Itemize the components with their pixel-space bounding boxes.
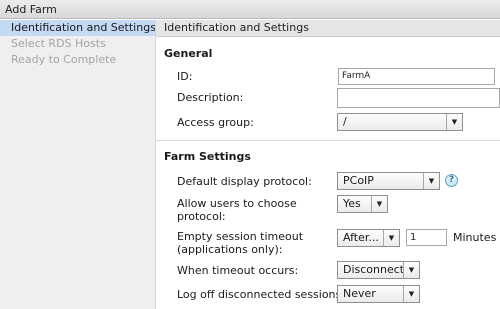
- access-group-select[interactable]: / ▼: [337, 113, 463, 131]
- empty-timeout-label-line2: (applications only):: [177, 243, 283, 256]
- empty-timeout-label-line1: Empty session timeout: [177, 230, 304, 243]
- step-ready-to-complete: Ready to Complete: [11, 53, 117, 66]
- window-title: Add Farm: [0, 0, 500, 19]
- allow-choose-value: Yes: [343, 197, 361, 210]
- logoff-select[interactable]: Never ▼: [337, 285, 420, 303]
- chevron-down-icon: ▼: [371, 196, 387, 212]
- chevron-down-icon: ▼: [403, 262, 419, 278]
- id-label: ID:: [177, 70, 193, 83]
- when-timeout-label: When timeout occurs:: [177, 264, 299, 277]
- logoff-value: Never: [343, 287, 376, 300]
- section-farm-settings-title: Farm Settings: [164, 150, 251, 163]
- step-select-rds-hosts: Select RDS Hosts: [11, 37, 106, 50]
- empty-timeout-label: Empty session timeout (applications only…: [177, 230, 303, 256]
- panel-header: Identification and Settings: [156, 20, 500, 37]
- chevron-down-icon: ▼: [403, 286, 419, 302]
- when-timeout-select[interactable]: Disconnect ▼: [337, 261, 420, 279]
- protocol-select[interactable]: PCoIP ▼: [337, 172, 440, 190]
- id-field[interactable]: FarmA: [338, 68, 495, 85]
- chevron-down-icon: ▼: [423, 173, 439, 189]
- allow-choose-select[interactable]: Yes ▼: [337, 195, 388, 213]
- wizard-sidebar: Identification and Settings Select RDS H…: [0, 20, 156, 309]
- section-general-title: General: [164, 47, 213, 60]
- protocol-label: Default display protocol:: [177, 175, 312, 188]
- chevron-down-icon: ▼: [383, 230, 399, 246]
- step-identification-settings[interactable]: Identification and Settings: [0, 20, 156, 36]
- protocol-value: PCoIP: [343, 174, 374, 187]
- allow-choose-label-line2: protocol:: [177, 210, 226, 223]
- description-label: Description:: [177, 91, 244, 104]
- chevron-down-icon: ▼: [446, 114, 462, 130]
- when-timeout-value: Disconnect: [343, 263, 405, 276]
- empty-timeout-value-field[interactable]: 1: [406, 229, 447, 246]
- section-divider: [156, 140, 500, 141]
- allow-choose-label-line1: Allow users to choose: [177, 197, 297, 210]
- access-group-value: /: [343, 115, 347, 128]
- main-panel: Identification and Settings General ID: …: [156, 20, 500, 309]
- minutes-unit-label: Minutes: [453, 231, 497, 244]
- logoff-label: Log off disconnected sessions:: [177, 288, 345, 301]
- help-icon[interactable]: ?: [445, 174, 458, 187]
- empty-timeout-mode-value: After...: [343, 231, 379, 244]
- allow-choose-label: Allow users to choose protocol:: [177, 197, 297, 223]
- access-group-label: Access group:: [177, 116, 254, 129]
- empty-timeout-mode-select[interactable]: After... ▼: [337, 229, 400, 247]
- description-field[interactable]: [337, 88, 500, 108]
